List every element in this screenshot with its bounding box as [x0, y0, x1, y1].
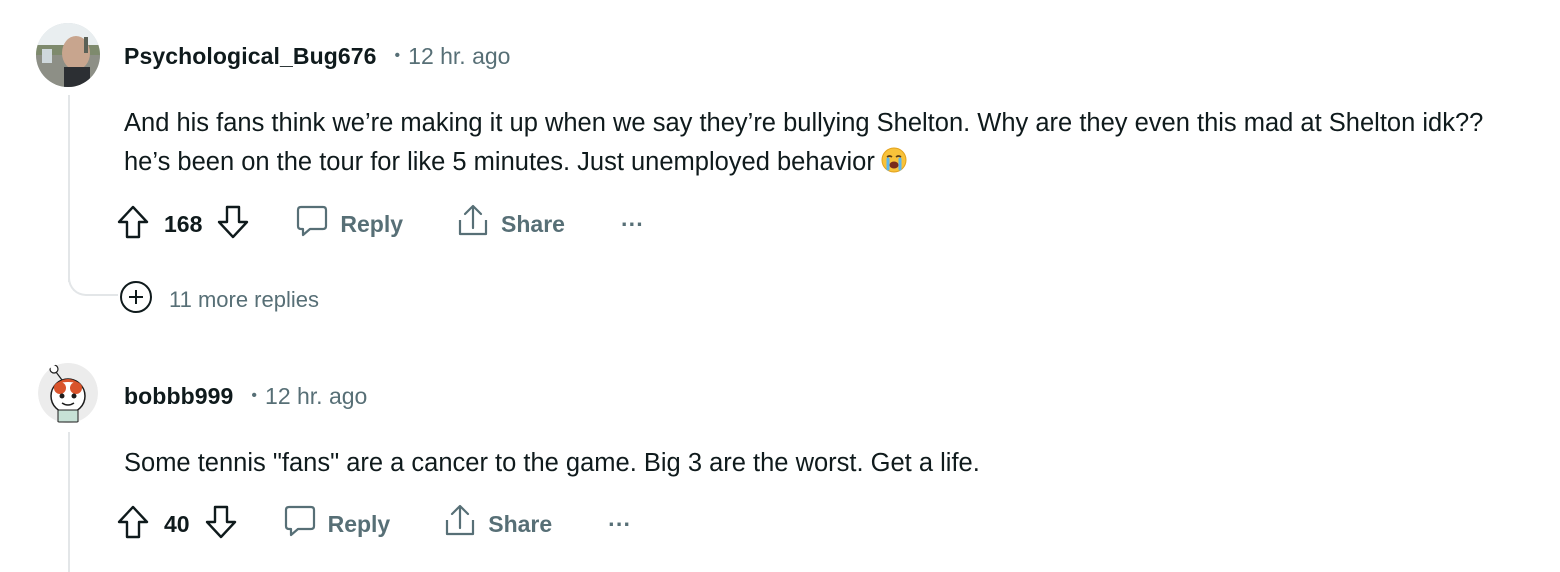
downvote-icon[interactable]: [216, 204, 250, 245]
more-options-button[interactable]: ···: [608, 511, 631, 538]
avatar[interactable]: [36, 23, 100, 87]
avatar[interactable]: [38, 362, 98, 424]
username[interactable]: bobbb999: [124, 383, 233, 410]
upvote-icon[interactable]: [116, 504, 150, 545]
thread-connector: [68, 266, 118, 296]
upvote-icon[interactable]: [116, 204, 150, 245]
share-label: Share: [488, 510, 553, 537]
chat-bubble-icon: [296, 204, 328, 244]
share-button[interactable]: Share: [444, 504, 552, 544]
comment-body: Some tennis "fans" are a cancer to the g…: [124, 444, 1524, 483]
plus-circle-icon: [119, 280, 153, 320]
thread-line[interactable]: [68, 432, 70, 572]
comment-meta: Psychological_Bug676 • 12 hr. ago: [124, 41, 510, 71]
vote-score: 168: [164, 210, 203, 237]
separator-dot: •: [251, 387, 258, 404]
timestamp[interactable]: 12 hr. ago: [408, 43, 510, 70]
more-replies-button[interactable]: 11 more replies: [119, 280, 319, 320]
downvote-icon[interactable]: [204, 504, 238, 545]
more-options-icon: ···: [620, 210, 644, 237]
comment: Psychological_Bug676 • 12 hr. ago And hi…: [0, 0, 1560, 330]
comment-actions: 168 Reply Share ···: [116, 202, 644, 246]
reply-label: Reply: [340, 210, 404, 237]
thread-line[interactable]: [68, 95, 70, 282]
share-button[interactable]: Share: [457, 204, 565, 244]
separator-dot: •: [394, 47, 401, 64]
chat-bubble-icon: [284, 504, 316, 544]
comment-text: And his fans think we’re making it up wh…: [124, 109, 1484, 176]
username[interactable]: Psychological_Bug676: [124, 43, 377, 70]
reply-button[interactable]: Reply: [284, 504, 391, 544]
more-options-button[interactable]: ···: [621, 211, 644, 238]
share-icon: [457, 204, 489, 244]
reply-label: Reply: [327, 510, 391, 537]
comment-meta: bobbb999 • 12 hr. ago: [124, 381, 367, 411]
reply-button[interactable]: Reply: [296, 204, 403, 244]
vote-score: 40: [164, 510, 190, 537]
comment-body: And his fans think we’re making it up wh…: [124, 104, 1524, 182]
more-replies-label: 11 more replies: [169, 287, 319, 312]
crying-face-emoji-icon: [881, 146, 907, 173]
comment-actions: 40 Reply Share ···: [116, 502, 631, 546]
comment-text: Some tennis "fans" are a cancer to the g…: [124, 449, 980, 477]
share-label: Share: [501, 210, 565, 237]
timestamp[interactable]: 12 hr. ago: [265, 383, 367, 410]
more-options-icon: ···: [608, 510, 632, 537]
share-icon: [444, 504, 476, 544]
comment: bobbb999 • 12 hr. ago Some tennis "fans"…: [0, 340, 1560, 572]
